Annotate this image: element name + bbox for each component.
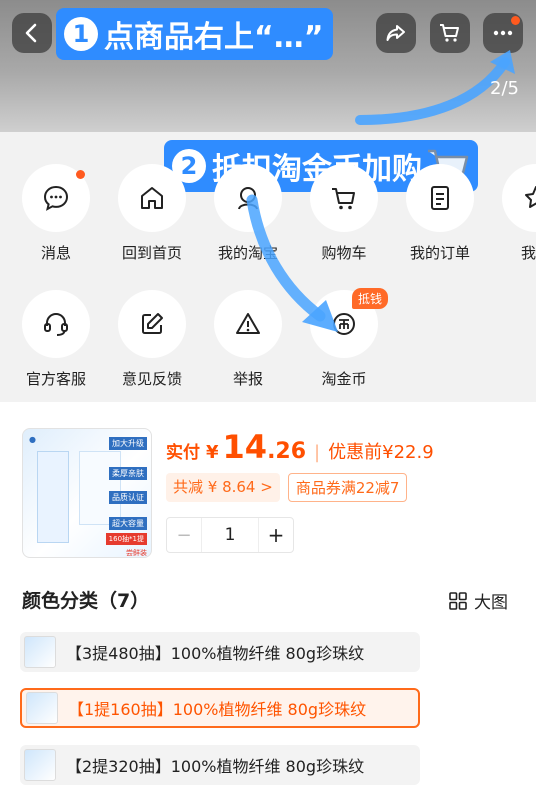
thumb-tag: 品质认证 [109,491,147,504]
step1-text: 点商品右上“…” [104,20,324,55]
more-notification-dot [511,16,520,25]
arrow-to-taojinbi-icon [246,194,338,332]
price-divider: | [314,442,321,463]
before-label: 优惠前 [328,442,383,463]
qty-plus-button[interactable]: + [259,518,293,552]
menu-item-home[interactable]: 回到首页 [106,164,198,263]
price-integer: 14 [222,428,268,466]
variant-option-selected[interactable]: 【1提160抽】100%植物纤维 80g珍珠纹 [20,688,420,728]
order-icon [431,186,449,210]
price-currency: ¥ [206,442,219,463]
qty-minus-button[interactable]: − [167,518,201,552]
thumb-tag: 160抽*1提 [105,533,147,545]
before-price: ¥22.9 [382,442,434,463]
variant-label: 【1提160抽】100%植物纤维 80g珍珠纹 [68,700,367,719]
thumb-logo: ● [29,435,36,444]
saving-chip[interactable]: 共减 ¥ 8.64 > [166,473,280,502]
variant-label: 【3提480抽】100%植物纤维 80g珍珠纹 [66,644,365,663]
menu-item-label: 消息 [40,244,71,262]
discount-row: 共减 ¥ 8.64 > 商品券满22减7 [166,473,408,502]
thumb-package [37,451,69,543]
price-row: 实付 ¥ 14 .26 | 优惠前 ¥22.9 [166,428,434,466]
qty-input[interactable]: 1 [201,518,259,552]
variant-thumbnail [26,692,58,724]
star-icon [525,186,536,208]
variant-section-title: 颜色分类（7） [22,590,150,612]
menu-item-label: 我的 [520,244,536,262]
thumb-tag: 尝鲜装 [126,549,147,557]
variant-option[interactable]: 【2提320抽】100%植物纤维 80g珍珠纹 [20,745,420,785]
product-thumbnail[interactable]: ● 加大升级 柔厚亲肤 品质认证 超大容量 160抽*1提 尝鲜装 [22,428,152,558]
menu-item-feedback[interactable]: 意见反馈 [106,290,198,389]
headset-icon [44,312,68,336]
grid-icon [449,591,467,610]
step1-number: 1 [64,17,98,51]
menu-item-label: 官方客服 [25,370,86,388]
thumb-tag: 超大容量 [109,517,147,530]
annotation-step1: 1 点商品右上“…” [56,8,334,60]
home-icon [141,187,163,209]
variant-option[interactable]: 【3提480抽】100%植物纤维 80g珍珠纹 [20,632,420,672]
variant-label: 【2提320抽】100%植物纤维 80g珍珠纹 [66,757,365,776]
back-arrow-icon [25,23,37,43]
variant-thumbnail [24,749,56,781]
menu-item-label: 举报 [232,370,263,388]
big-view-toggle[interactable]: 大图 [448,588,508,613]
chat-icon [43,185,69,211]
big-view-label: 大图 [474,593,508,613]
menu-item-label: 回到首页 [121,244,182,262]
messages-notification-dot [76,170,85,179]
menu-item-orders[interactable]: 我的订单 [394,164,486,263]
back-button[interactable] [12,13,52,53]
thumb-tag: 加大升级 [109,437,147,450]
menu-item-messages[interactable]: 消息 [10,164,102,263]
variant-thumbnail [24,636,56,668]
price-prefix: 实付 [166,443,200,463]
coupon-chip[interactable]: 商品券满22减7 [287,473,408,502]
edit-icon [142,313,163,334]
menu-item-label: 意见反馈 [121,370,182,388]
price-decimal: .26 [267,439,307,464]
menu-item-customer-service[interactable]: 官方客服 [10,290,102,389]
quantity-stepper: − 1 + [166,517,294,553]
image-page-indicator: 2/5 [490,78,519,99]
menu-item-label: 我的订单 [409,244,470,262]
menu-item-label: 淘金币 [321,370,367,388]
thumb-tag: 柔厚亲肤 [109,467,147,480]
menu-item-my[interactable]: 我的 [490,164,536,263]
